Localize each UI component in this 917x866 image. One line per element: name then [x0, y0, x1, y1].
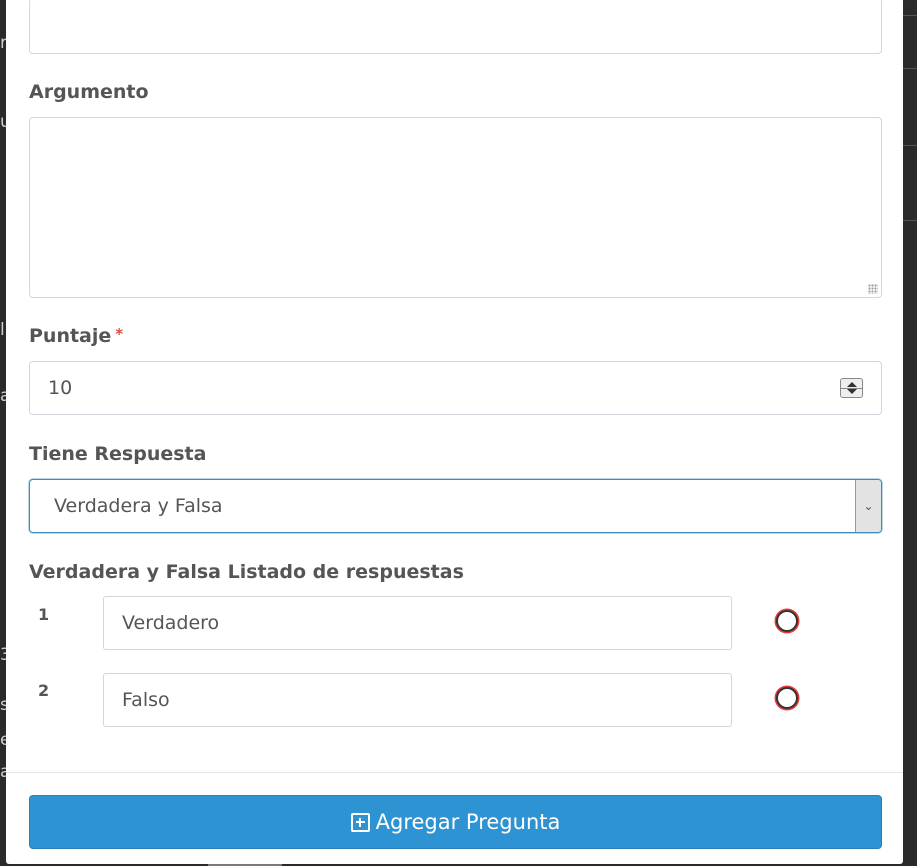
answer-1-correct-radio[interactable]	[776, 610, 798, 632]
puntaje-label-text: Puntaje	[29, 325, 112, 347]
answers-list-label: Verdadera y Falsa Listado de respuestas	[29, 561, 464, 583]
spinner-up-icon[interactable]	[847, 382, 857, 387]
modal-body: Argumento Puntaje * 10 Tiene Respuesta Ve…	[6, 0, 903, 772]
plus-square-icon	[350, 812, 370, 832]
argumento-label: Argumento	[29, 81, 149, 103]
answer-2-value: Falso	[122, 689, 170, 711]
background-divider	[903, 145, 917, 146]
puntaje-number-input[interactable]: 10	[29, 361, 882, 415]
answer-number: 1	[38, 605, 50, 624]
add-question-button-label: Agregar Pregunta	[375, 810, 561, 834]
add-question-button[interactable]: Agregar Pregunta	[29, 795, 882, 849]
background-divider	[903, 15, 917, 16]
chevron-down-icon[interactable]: ⌄	[855, 480, 881, 532]
puntaje-value: 10	[48, 377, 73, 399]
background-divider	[903, 68, 917, 69]
previous-field-input[interactable]	[29, 0, 882, 54]
spinner-down-icon[interactable]	[847, 389, 857, 394]
answer-2-input[interactable]: Falso	[103, 673, 732, 727]
answer-1-value: Verdadero	[122, 612, 220, 634]
tiene-respuesta-label: Tiene Respuesta	[29, 443, 207, 465]
answer-2-correct-radio[interactable]	[776, 687, 798, 709]
number-spinner[interactable]	[840, 378, 863, 398]
add-question-modal: Argumento Puntaje * 10 Tiene Respuesta Ve…	[6, 0, 903, 864]
tiene-respuesta-select[interactable]: Verdadera y Falsa ⌄	[29, 479, 882, 533]
answer-number: 2	[38, 681, 50, 700]
resize-grip-icon[interactable]	[868, 284, 878, 294]
modal-footer: Agregar Pregunta	[6, 772, 903, 864]
required-mark: *	[115, 325, 124, 343]
background-divider	[903, 220, 917, 221]
answer-1-input[interactable]: Verdadero	[103, 596, 732, 650]
tiene-respuesta-selected: Verdadera y Falsa	[54, 495, 223, 517]
puntaje-label: Puntaje *	[29, 325, 123, 347]
argumento-textarea[interactable]	[29, 117, 882, 298]
